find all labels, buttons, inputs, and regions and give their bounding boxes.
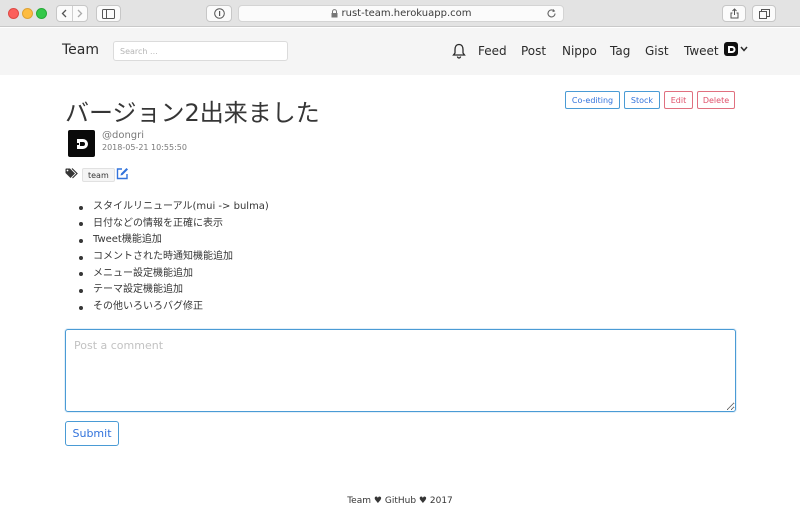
post-body: スタイルリニューアル(mui -> bulma) 日付などの情報を正確に表示 T…: [79, 199, 269, 316]
chevron-left-icon: [61, 9, 67, 18]
coediting-button[interactable]: Co-editing: [565, 91, 620, 109]
share-button[interactable]: [722, 5, 746, 22]
user-menu-avatar[interactable]: [724, 42, 738, 56]
heart-icon: ♥: [373, 496, 382, 506]
url-text: rust-team.herokuapp.com: [341, 8, 472, 19]
footer: Team ♥ GitHub ♥ 2017: [0, 496, 800, 506]
footer-year: 2017: [429, 496, 453, 506]
reload-icon[interactable]: [546, 8, 557, 19]
list-item: 日付などの情報を正確に表示: [79, 216, 269, 233]
heart-icon: ♥: [418, 496, 427, 506]
nav-post[interactable]: Post: [521, 44, 546, 58]
list-item: その他いろいろバグ修正: [79, 299, 269, 316]
author-username[interactable]: @dongri: [102, 130, 144, 141]
post-timestamp: 2018-05-21 10:55:50: [102, 143, 187, 152]
nav-gist[interactable]: Gist: [645, 44, 669, 58]
sidebar-button[interactable]: [96, 5, 121, 22]
list-item: Tweet機能追加: [79, 232, 269, 249]
post-title: バージョン2出来ました: [65, 99, 320, 127]
history-nav: [56, 5, 88, 22]
browser-toolbar: rust-team.herokuapp.com +: [0, 0, 800, 42]
zoom-window-button[interactable]: [36, 8, 47, 19]
list-item: スタイルリニューアル(mui -> bulma): [79, 199, 269, 216]
author-avatar[interactable]: [68, 130, 95, 157]
back-button[interactable]: [57, 6, 73, 21]
address-bar[interactable]: rust-team.herokuapp.com: [238, 5, 564, 22]
nav-tweet[interactable]: Tweet: [684, 44, 719, 58]
tag-team[interactable]: team: [82, 168, 115, 182]
submit-button[interactable]: Submit: [65, 421, 119, 446]
tags-icon: [65, 168, 78, 179]
chevron-down-icon[interactable]: [740, 46, 748, 52]
bell-icon[interactable]: [452, 43, 466, 59]
footer-team: Team: [347, 496, 372, 506]
tabs-icon: [758, 8, 770, 19]
brand-logo[interactable]: Team: [62, 42, 99, 58]
edit-tags-icon[interactable]: [116, 167, 129, 180]
delete-button[interactable]: Delete: [697, 91, 735, 109]
privacy-report-button[interactable]: [206, 5, 232, 22]
lock-icon: [331, 9, 337, 18]
share-icon: [730, 8, 738, 19]
nav-tag[interactable]: Tag: [610, 44, 630, 58]
forward-button[interactable]: [73, 6, 88, 21]
nav-feed[interactable]: Feed: [478, 44, 507, 58]
close-window-button[interactable]: [8, 8, 19, 19]
footer-github-link[interactable]: GitHub: [385, 496, 416, 506]
search-input[interactable]: [113, 41, 288, 61]
app-navbar: Team Feed Post Nippo Tag Gist Tweet: [0, 28, 800, 75]
info-circle-icon: [213, 8, 225, 19]
tab-overview-button[interactable]: [752, 5, 776, 22]
list-item: テーマ設定機能追加: [79, 282, 269, 299]
author-logo-icon: [76, 138, 88, 149]
stock-button[interactable]: Stock: [624, 91, 660, 109]
user-logo-icon: [727, 45, 735, 53]
edit-button[interactable]: Edit: [664, 91, 693, 109]
comment-textarea[interactable]: [65, 329, 736, 412]
list-item: メニュー設定機能追加: [79, 266, 269, 283]
sidebar-icon: [102, 8, 115, 19]
list-item: コメントされた時通知機能追加: [79, 249, 269, 266]
chevron-right-icon: [77, 9, 83, 18]
nav-nippo[interactable]: Nippo: [562, 44, 597, 58]
minimize-window-button[interactable]: [22, 8, 33, 19]
